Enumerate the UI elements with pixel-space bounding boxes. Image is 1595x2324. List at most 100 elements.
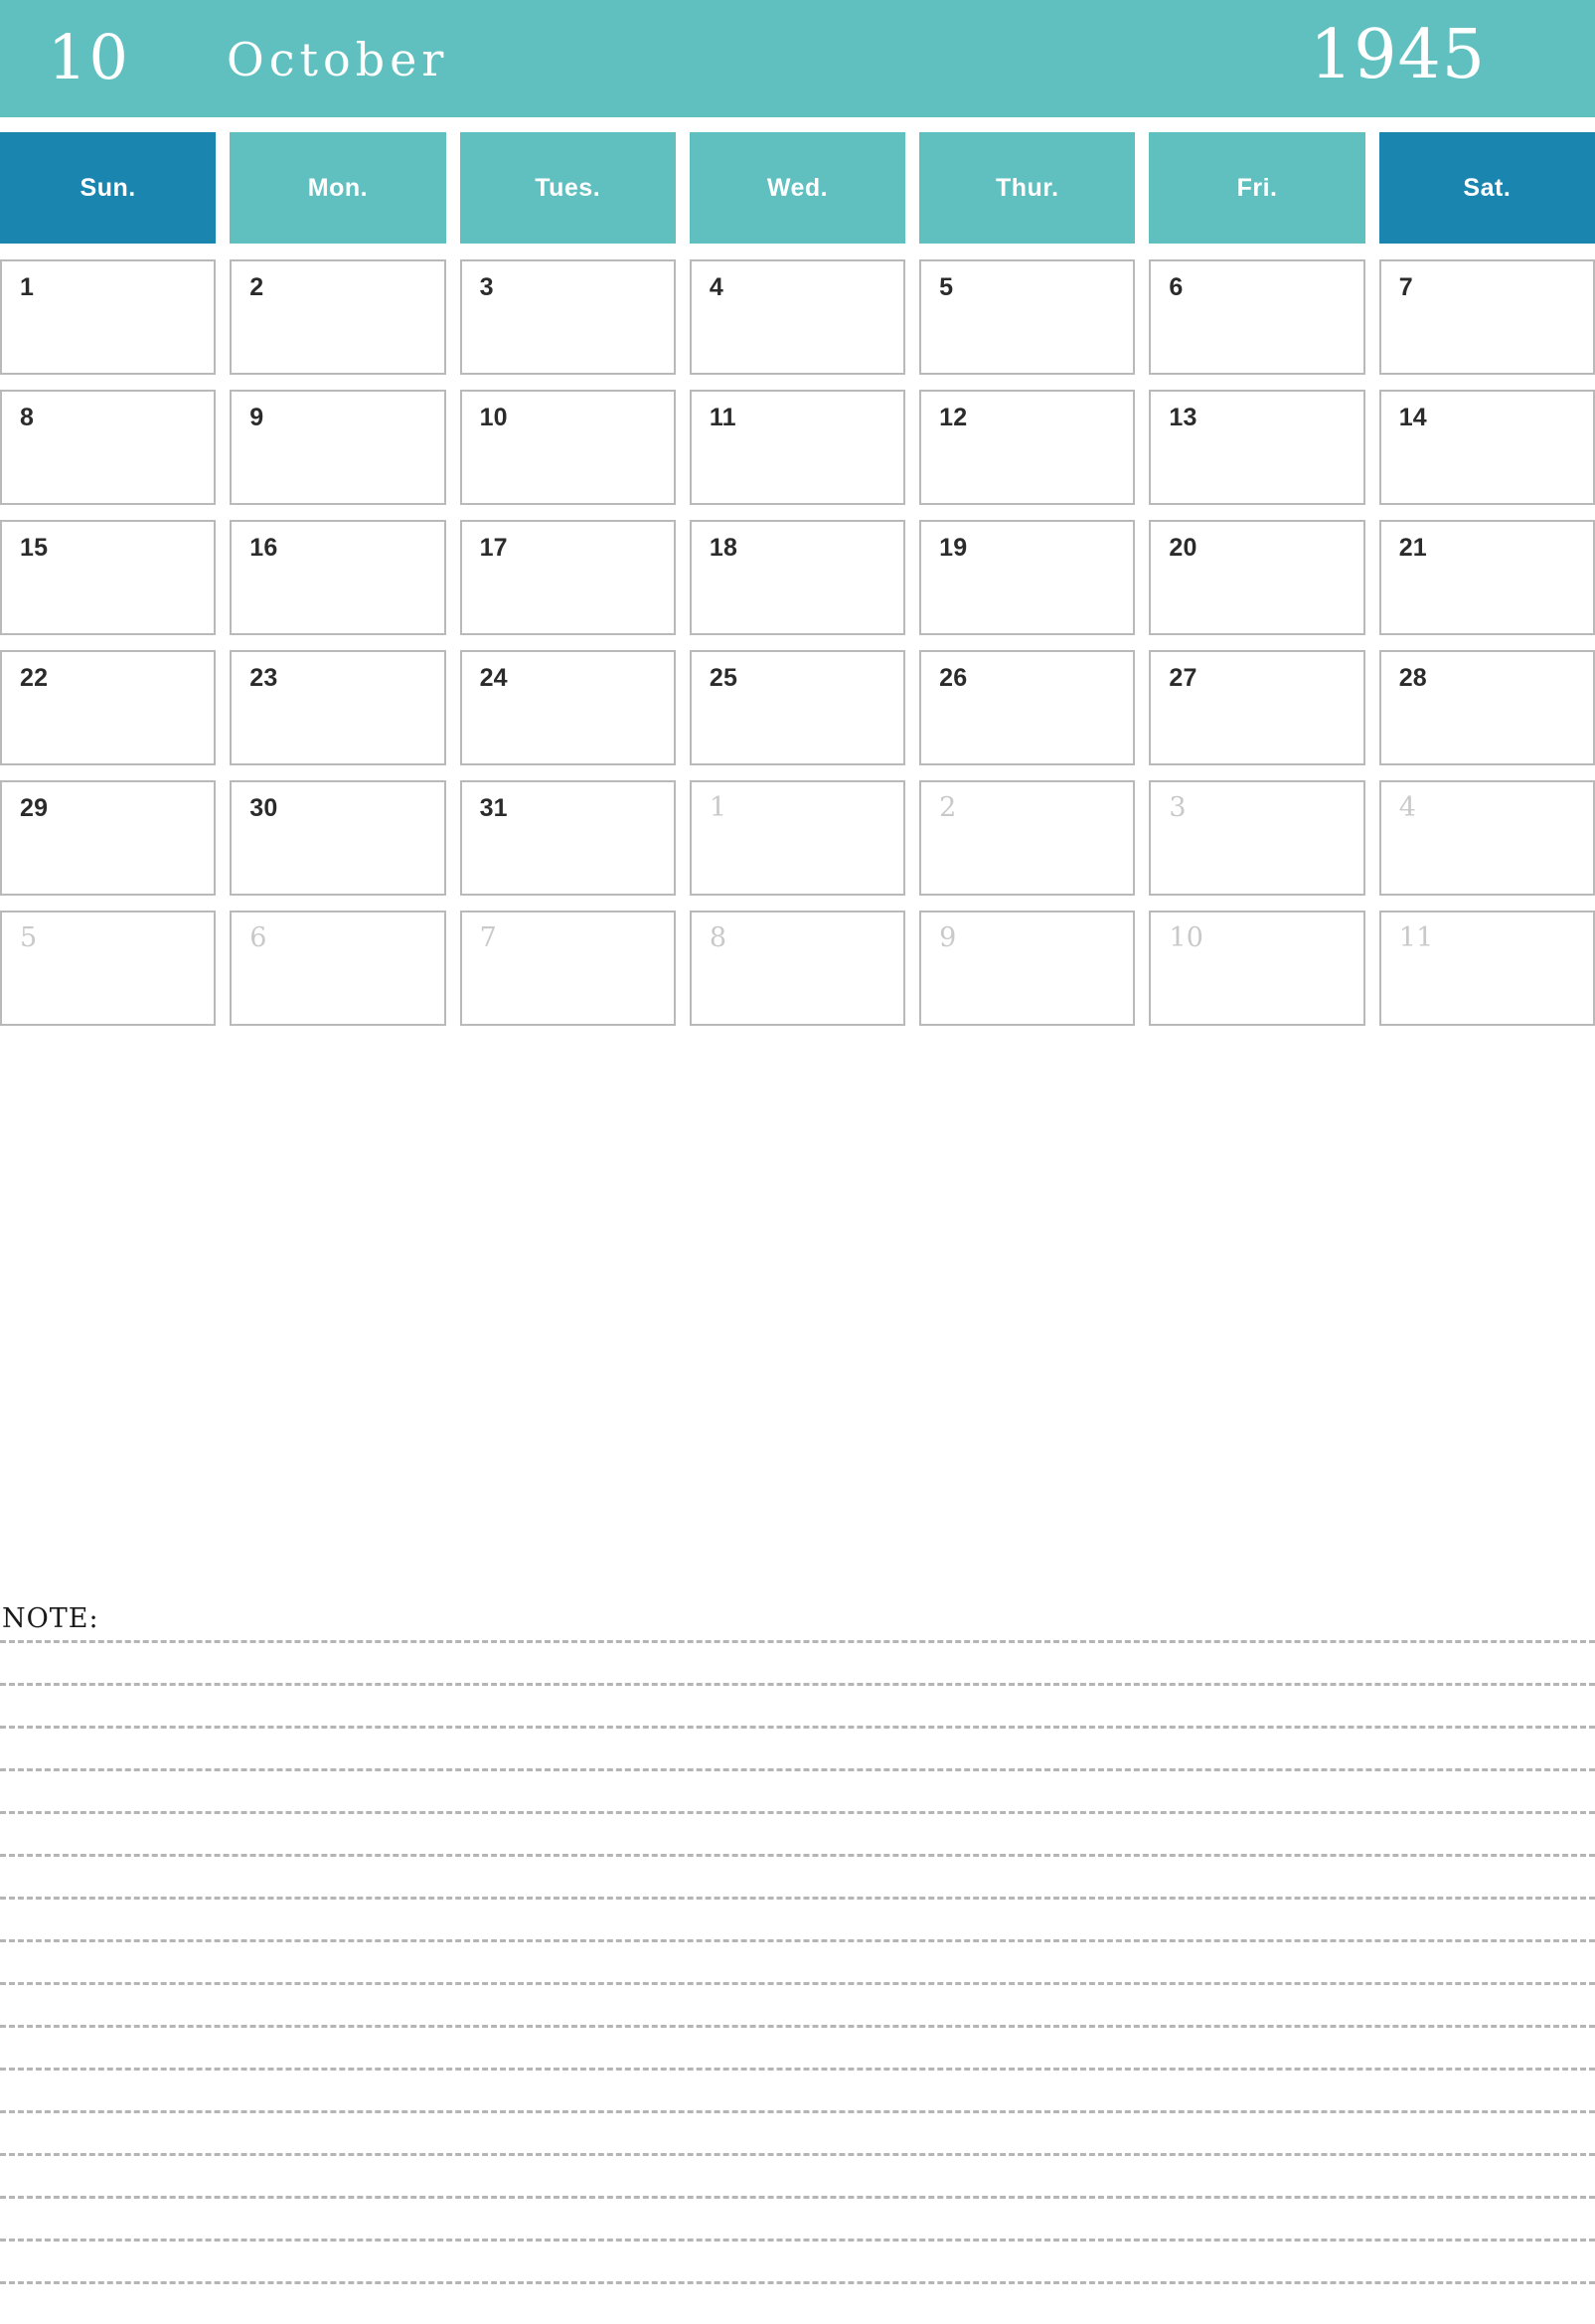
day-cell[interactable]: 22	[0, 650, 217, 765]
day-cell[interactable]: 1	[0, 259, 217, 375]
note-line[interactable]	[0, 2110, 1595, 2153]
day-cell[interactable]: 12	[919, 390, 1136, 505]
day-cell[interactable]: 5	[919, 259, 1136, 375]
day-cell[interactable]: 17	[459, 520, 676, 635]
day-number: 20	[1169, 534, 1197, 562]
day-number: 10	[479, 404, 508, 431]
day-number: 30	[249, 794, 278, 822]
day-number: 18	[709, 534, 738, 562]
day-number: 17	[479, 534, 508, 562]
day-cell[interactable]: 24	[459, 650, 676, 765]
note-line[interactable]	[0, 1939, 1595, 1982]
day-cell[interactable]: 2	[919, 780, 1136, 896]
day-cell[interactable]: 8	[0, 390, 217, 505]
day-number: 25	[709, 664, 738, 692]
day-number: 9	[249, 404, 264, 431]
day-number: 12	[939, 404, 968, 431]
day-cell[interactable]: 21	[1378, 520, 1595, 635]
note-line[interactable]	[0, 1897, 1595, 1939]
note-line[interactable]	[0, 1640, 1595, 1683]
day-cell[interactable]: 19	[919, 520, 1136, 635]
day-number: 6	[1169, 273, 1184, 301]
weekday-header-mon: Mon.	[230, 132, 446, 244]
day-cell[interactable]: 4	[1378, 780, 1595, 896]
day-cell[interactable]: 8	[689, 911, 906, 1026]
day-cell[interactable]: 6	[1149, 259, 1365, 375]
day-number: 7	[1398, 273, 1413, 301]
day-cell[interactable]: 28	[1378, 650, 1595, 765]
day-cell[interactable]: 9	[230, 390, 446, 505]
weekday-label: Sun.	[80, 174, 136, 202]
note-lines-container[interactable]	[0, 1640, 1595, 2324]
day-cell[interactable]: 11	[1378, 911, 1595, 1026]
day-cell[interactable]: 30	[230, 780, 446, 896]
day-cell[interactable]: 3	[459, 259, 676, 375]
banner-month-number: 10	[48, 21, 130, 93]
note-line[interactable]	[0, 2025, 1595, 2068]
weekday-label: Mon.	[307, 174, 369, 202]
day-number: 6	[249, 922, 267, 953]
day-number: 8	[709, 922, 727, 953]
day-cell[interactable]: 13	[1149, 390, 1365, 505]
day-number: 1	[709, 792, 727, 823]
day-cell[interactable]: 20	[1149, 520, 1365, 635]
day-number: 2	[249, 273, 264, 301]
day-number: 2	[939, 792, 957, 823]
day-cell[interactable]: 25	[689, 650, 906, 765]
day-number: 4	[1398, 792, 1417, 823]
note-line[interactable]	[0, 1726, 1595, 1768]
note-line[interactable]	[0, 1811, 1595, 1854]
day-number: 22	[20, 664, 49, 692]
day-cell[interactable]: 18	[689, 520, 906, 635]
note-line[interactable]	[0, 2239, 1595, 2281]
day-cell[interactable]: 31	[459, 780, 676, 896]
day-number: 3	[479, 273, 494, 301]
day-cell[interactable]: 26	[919, 650, 1136, 765]
day-cell[interactable]: 4	[689, 259, 906, 375]
note-line[interactable]	[0, 2196, 1595, 2239]
day-number: 5	[20, 922, 38, 953]
calendar-week-row: 5 6 7 8 9 10 11	[0, 911, 1595, 1026]
note-line[interactable]	[0, 2153, 1595, 2196]
note-label: NOTE:	[2, 1603, 99, 1634]
day-cell[interactable]: 23	[230, 650, 446, 765]
note-line[interactable]	[0, 2068, 1595, 2110]
day-cell[interactable]: 1	[689, 780, 906, 896]
day-cell[interactable]: 7	[1378, 259, 1595, 375]
day-number: 15	[20, 534, 49, 562]
day-cell[interactable]: 2	[230, 259, 446, 375]
day-cell[interactable]: 3	[1149, 780, 1365, 896]
weekday-label: Tues.	[535, 174, 601, 202]
day-cell[interactable]: 10	[459, 390, 676, 505]
day-cell[interactable]: 29	[0, 780, 217, 896]
day-cell[interactable]: 7	[459, 911, 676, 1026]
day-number: 4	[709, 273, 723, 301]
day-cell[interactable]: 15	[0, 520, 217, 635]
weekday-header-row: Sun. Mon. Tues. Wed. Thur. Fri. Sat.	[0, 132, 1595, 244]
day-number: 19	[939, 534, 968, 562]
calendar-week-row: 29 30 31 1 2 3 4	[0, 780, 1595, 896]
day-cell[interactable]: 10	[1149, 911, 1365, 1026]
banner-month-name: October	[227, 33, 449, 86]
day-number: 5	[939, 273, 954, 301]
calendar-week-row: 22 23 24 25 26 27 28	[0, 650, 1595, 765]
note-line[interactable]	[0, 1854, 1595, 1897]
note-line[interactable]	[0, 1768, 1595, 1811]
day-cell[interactable]: 5	[0, 911, 217, 1026]
weekday-header-sun: Sun.	[0, 132, 217, 244]
banner-year: 1945	[1309, 16, 1486, 94]
weekday-header-wed: Wed.	[689, 132, 906, 244]
day-number: 8	[20, 404, 35, 431]
day-cell[interactable]: 14	[1378, 390, 1595, 505]
day-cell[interactable]: 16	[230, 520, 446, 635]
day-number: 11	[709, 404, 736, 431]
day-number: 1	[20, 273, 35, 301]
day-cell[interactable]: 6	[230, 911, 446, 1026]
note-line[interactable]	[0, 2281, 1595, 2324]
calendar-week-row: 8 9 10 11 12 13 14	[0, 390, 1595, 505]
note-line[interactable]	[0, 1683, 1595, 1726]
day-cell[interactable]: 11	[689, 390, 906, 505]
day-cell[interactable]: 9	[919, 911, 1136, 1026]
day-cell[interactable]: 27	[1149, 650, 1365, 765]
note-line[interactable]	[0, 1982, 1595, 2025]
